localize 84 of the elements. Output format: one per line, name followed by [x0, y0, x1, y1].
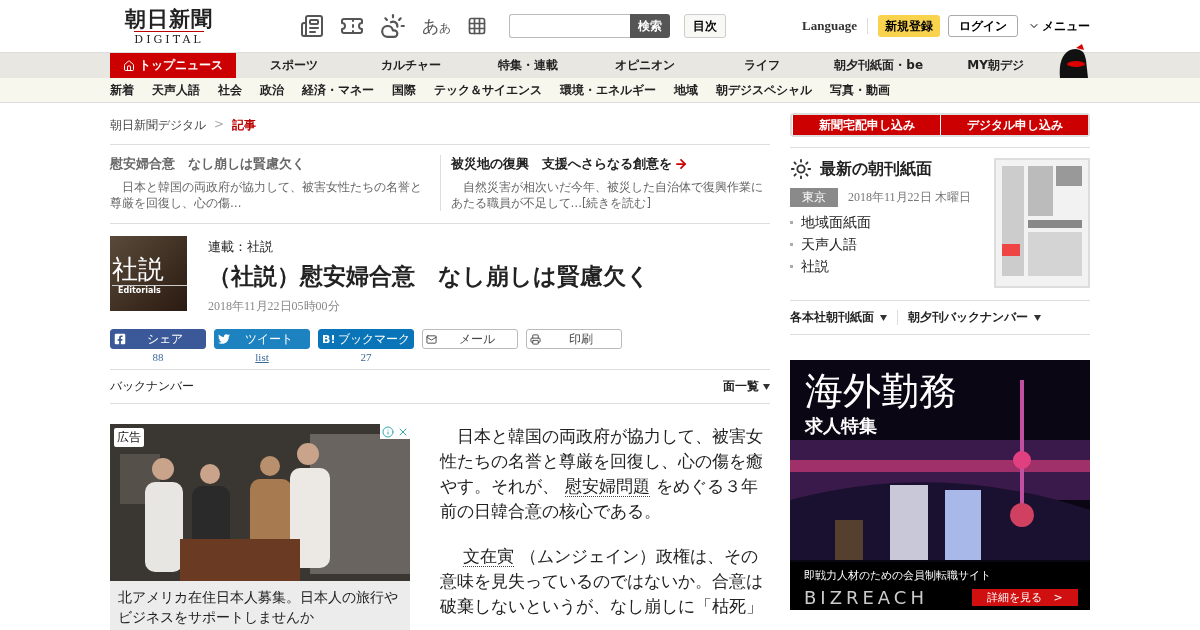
subscribe-button[interactable]: デジタル申し込み	[940, 115, 1088, 135]
paper-date: 2018年11月22日 木曜日	[848, 189, 971, 206]
article-date: 2018年11月22日05時00分	[208, 298, 341, 315]
category-link[interactable]: 国際	[392, 81, 416, 99]
search-button[interactable]: 検索	[630, 14, 670, 38]
paper-link[interactable]: 地域面紙面	[790, 211, 971, 233]
paper-link[interactable]: 天声人語	[790, 233, 971, 255]
article-title: （社説）慰安婦合意 なし崩しは賢慮欠く	[208, 262, 650, 290]
weather-icon[interactable]	[380, 13, 406, 39]
share-count[interactable]: 88	[152, 351, 164, 363]
related-article-link[interactable]: 慰安婦合意 なし崩しは賢慮欠く	[110, 155, 430, 173]
grid-icon[interactable]	[467, 16, 487, 36]
category-link[interactable]: 政治	[260, 81, 284, 99]
keyword-link[interactable]: 慰安婦問題	[565, 477, 650, 497]
ad-badge: 広告	[114, 428, 144, 447]
article-paragraph: 日本と韓国の両政府が協力して、被害女性たちの名誉と尊厳を回復し、心の傷を癒やす。それが、 慰安婦問題 をめぐる３年前の日韓合意の核心である。	[440, 426, 764, 523]
keyword-link[interactable]: 文在寅	[462, 547, 514, 567]
breadcrumb-link[interactable]: 朝日新聞デジタル	[110, 117, 206, 134]
font-size-button[interactable]: ああ	[422, 14, 451, 38]
category-link[interactable]: テック＆サイエンス	[434, 81, 542, 99]
newspaper-icon[interactable]	[300, 14, 324, 38]
ad-headline: 海外勤務	[805, 368, 957, 414]
caret-icon	[1034, 314, 1041, 321]
breadcrumb-link[interactable]: 記事	[232, 117, 257, 134]
share-button[interactable]: メール	[422, 329, 518, 349]
search-field[interactable]	[509, 14, 630, 38]
site-logo[interactable]: 朝日新聞 DIGITAL	[110, 6, 228, 46]
category-link[interactable]: 天声人語	[152, 81, 200, 99]
facebook-icon	[114, 333, 126, 345]
details-button[interactable]: 詳細を見る >	[972, 589, 1078, 606]
paper-link[interactable]: 社説	[790, 255, 971, 277]
nav-tab[interactable]: 朝夕刊紙面・be	[820, 53, 938, 78]
nav-tab[interactable]: ライフ	[703, 53, 821, 78]
nav-tab[interactable]: スポーツ	[236, 53, 353, 78]
share-button[interactable]: B! ブックマーク	[318, 329, 414, 349]
share-button[interactable]: シェア	[110, 329, 206, 349]
sun-icon	[790, 158, 812, 180]
category-link[interactable]: 朝デジスペシャル	[716, 81, 812, 99]
article-paragraph: 文在寅 （ムンジェイン）政権は、その意味を見失っているのではないか。合意は破棄しないというが、なし崩しに「枯死」	[440, 546, 764, 618]
category-link[interactable]: 写真・動画	[830, 81, 890, 99]
ad-caption[interactable]: 北アメリカ在住日本人募集。日本人の旅行やビジネスをサポートしませんか	[110, 581, 410, 630]
brand-logo: BIZREACH	[804, 587, 928, 608]
category-link[interactable]: 新着	[110, 81, 134, 99]
paper-dropdown[interactable]: 各本社朝刊紙面	[790, 310, 887, 325]
thumbnail-title: 社説	[112, 252, 187, 286]
category-link[interactable]: 環境・エネルギー	[560, 81, 656, 99]
share-count[interactable]: 27	[360, 351, 372, 363]
language-link[interactable]: Language	[802, 18, 868, 34]
nav-tab[interactable]: カルチャー	[352, 53, 470, 78]
home-icon	[123, 59, 135, 72]
related-article-summary: 自然災害が相次いだ今年、被災した自治体で復興作業にあたる職員が不足して…[続きを読む]	[450, 179, 764, 211]
category-link[interactable]: 地域	[674, 81, 698, 99]
category-link[interactable]: 経済・マネー	[302, 81, 374, 99]
related-article-link[interactable]: 被災地の復興 支援へさらなる創意を	[450, 155, 770, 173]
caret-icon	[880, 314, 887, 321]
thumbnail-subtitle: Editorials	[117, 285, 162, 295]
nav-tab[interactable]: 特集・連載	[469, 53, 587, 78]
series-label: 連載：社説	[208, 238, 274, 256]
share-count[interactable]: list	[255, 351, 269, 363]
login-button[interactable]: ログイン	[948, 15, 1018, 37]
section-heading: 最新の朝刊紙面	[820, 158, 932, 180]
arrow-icon	[673, 157, 688, 171]
caret-icon	[763, 383, 770, 390]
menu-button[interactable]: メニュー	[1028, 17, 1090, 35]
nav-tab[interactable]: トップニュース	[110, 53, 236, 78]
subscribe-button[interactable]: 新聞宅配申し込み	[792, 115, 940, 135]
index-button[interactable]: 目次	[684, 14, 726, 38]
printer-icon	[530, 333, 541, 345]
breadcrumb-separator: >	[214, 117, 225, 133]
share-button[interactable]: 印刷	[526, 329, 622, 349]
bird-icon	[218, 333, 230, 345]
related-article-summary: 日本と韓国の両政府が協力して、被害女性たちの名誉と尊厳を回復し、心の傷…	[110, 179, 423, 211]
share-button[interactable]: ツイート	[214, 329, 310, 349]
ad-tagline: 即戦力人材のための会員制転職サイト	[804, 568, 992, 583]
region-label: 東京	[790, 188, 838, 207]
nav-tab[interactable]: MY朝デジ	[937, 53, 1054, 78]
nav-tab[interactable]: オピニオン	[586, 53, 704, 78]
paper-dropdown[interactable]: 朝夕刊バックナンバー	[897, 310, 1041, 325]
ad-subheadline: 求人特集	[805, 414, 878, 438]
page-list-dropdown[interactable]: 面一覧	[723, 378, 770, 395]
mail-icon	[426, 333, 437, 345]
backnumber-label: バックナンバー	[110, 378, 194, 395]
signup-button[interactable]: 新規登録	[878, 15, 940, 37]
category-link[interactable]: 社会	[218, 81, 242, 99]
